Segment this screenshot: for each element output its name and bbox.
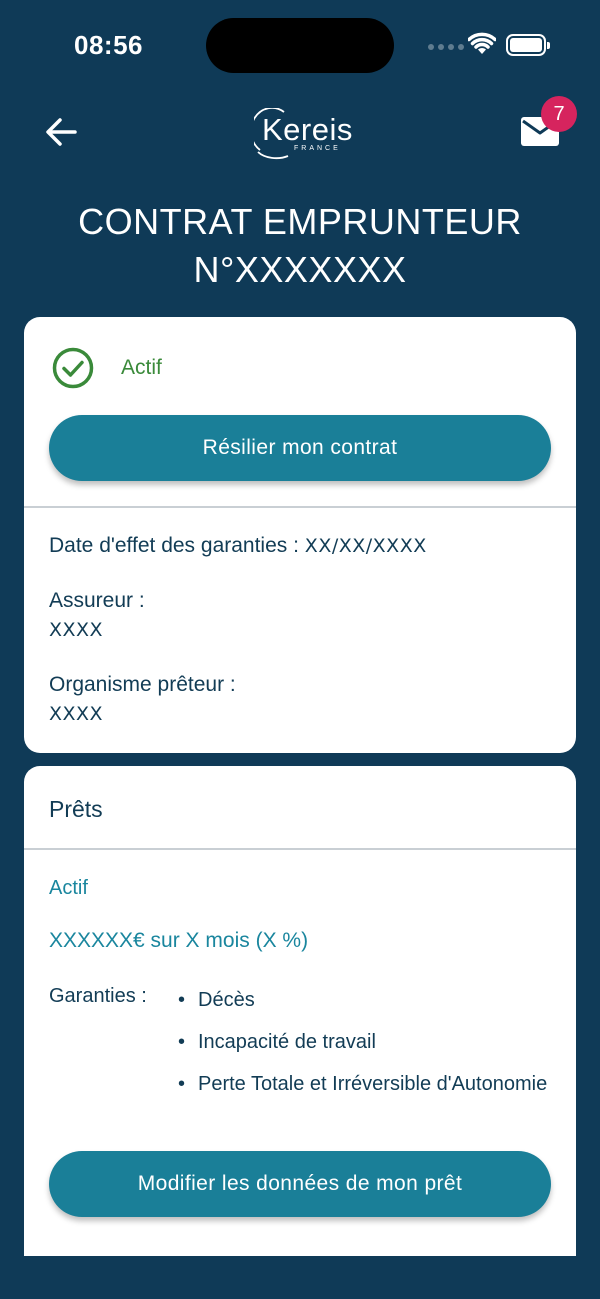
lender-value: XXXX bbox=[49, 703, 104, 725]
guarantees-list: Décès Incapacité de travail Perte Totale… bbox=[178, 985, 548, 1111]
battery-icon bbox=[506, 34, 550, 56]
contract-card: Actif Résilier mon contrat Date d'effet … bbox=[24, 317, 576, 753]
signal-icon bbox=[428, 44, 464, 50]
cancel-contract-button[interactable]: Résilier mon contrat bbox=[49, 415, 551, 481]
effective-date-label: Date d'effet des garanties bbox=[49, 534, 288, 557]
insurer-label: Assureur : bbox=[49, 589, 145, 612]
effective-date-value: XX/XX/XXXX bbox=[304, 535, 427, 557]
logo-text: Kereis bbox=[262, 112, 353, 147]
status-time: 08:56 bbox=[74, 30, 143, 60]
page-title-line1: CONTRAT EMPRUNTEUR bbox=[78, 201, 522, 242]
loan-amount: XXXXXX€ sur X mois (X %) bbox=[49, 929, 309, 952]
back-button[interactable] bbox=[40, 110, 84, 154]
guarantees-label: Garanties : bbox=[49, 985, 147, 1007]
list-item: Perte Totale et Irréversible d'Autonomie bbox=[178, 1069, 548, 1099]
dynamic-island bbox=[206, 18, 394, 73]
contract-status-label: Actif bbox=[121, 356, 162, 379]
lender-label: Organisme prêteur : bbox=[49, 673, 236, 696]
loans-title: Prêts bbox=[49, 796, 103, 822]
page-title-line2: N°XXXXXXX bbox=[193, 249, 407, 290]
loan-status: Actif bbox=[49, 877, 88, 899]
wifi-icon bbox=[468, 32, 496, 54]
loans-card: Prêts Actif XXXXXX€ sur X mois (X %) Gar… bbox=[24, 766, 576, 1256]
divider bbox=[24, 848, 576, 850]
insurer-value: XXXX bbox=[49, 619, 104, 641]
effective-date-separator: : bbox=[287, 534, 305, 557]
edit-loan-button[interactable]: Modifier les données de mon prêt bbox=[49, 1151, 551, 1217]
list-item: Incapacité de travail bbox=[178, 1027, 548, 1057]
page-title: CONTRAT EMPRUNTEUR N°XXXXXXX bbox=[0, 198, 600, 294]
kereis-logo: Kereis FRANCE bbox=[252, 104, 352, 160]
divider bbox=[24, 506, 576, 508]
logo-subtext: FRANCE bbox=[294, 145, 341, 152]
arrow-left-icon bbox=[46, 118, 77, 146]
effective-date-row: Date d'effet des garanties : XX/XX/XXXX bbox=[49, 534, 427, 558]
list-item: Décès bbox=[178, 985, 548, 1015]
check-circle-icon bbox=[52, 347, 94, 389]
contract-status: Actif bbox=[52, 347, 162, 389]
status-bar: 08:56 bbox=[0, 0, 600, 90]
notification-badge: 7 bbox=[541, 96, 577, 132]
